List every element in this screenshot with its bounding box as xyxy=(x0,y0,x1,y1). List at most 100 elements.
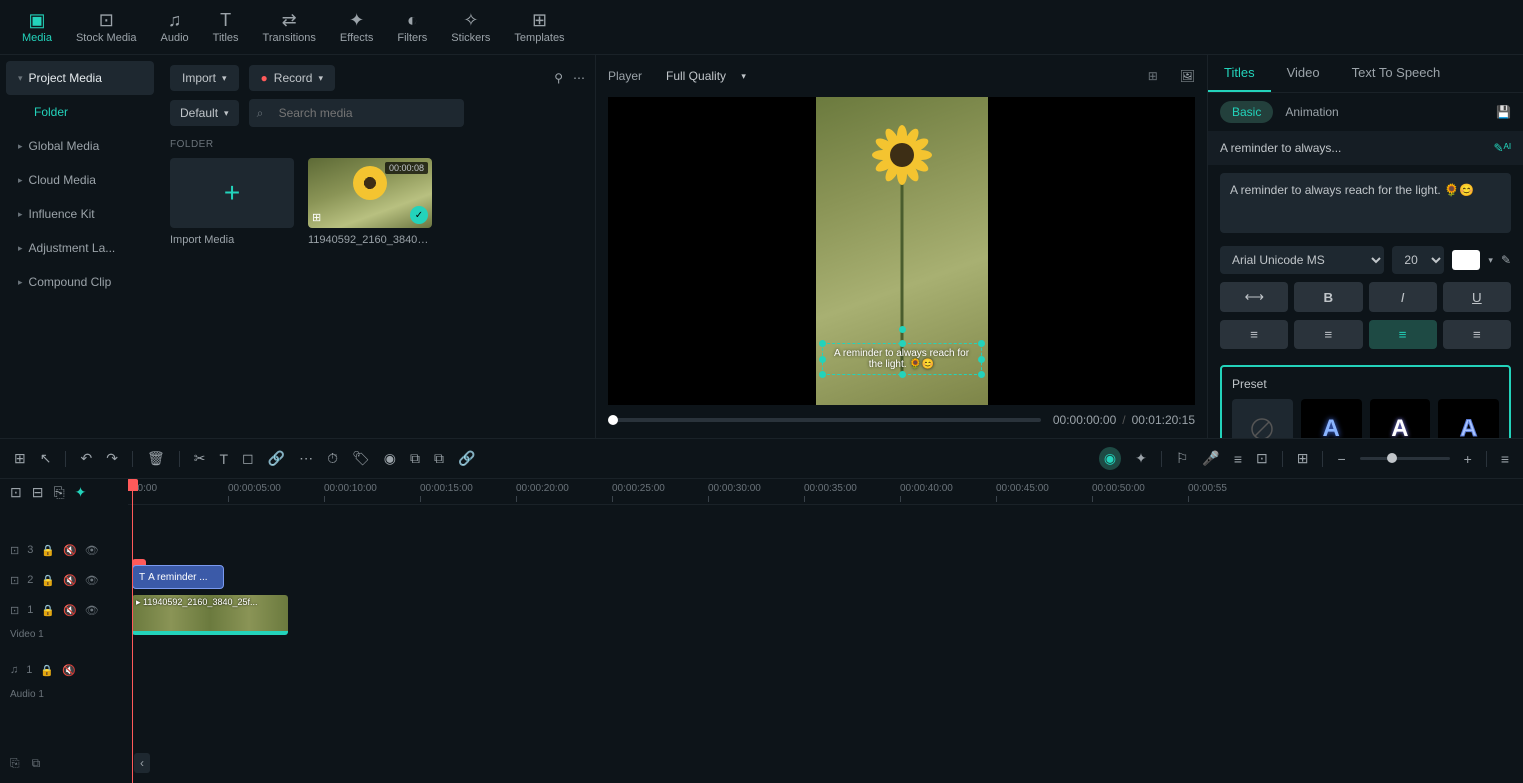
sidebar-cloud-media[interactable]: ▸Cloud Media xyxy=(6,163,154,197)
save-preset-icon[interactable]: 💾 xyxy=(1496,105,1511,119)
filter-icon[interactable]: ⚲ xyxy=(554,71,563,85)
preset-3[interactable]: A xyxy=(1438,399,1499,438)
font-color-swatch[interactable] xyxy=(1452,250,1480,270)
eyedropper-icon[interactable]: ✎ xyxy=(1501,253,1511,267)
tl-delete-icon[interactable]: 🗑 xyxy=(147,450,165,467)
tl-undo-icon[interactable]: ↶ xyxy=(80,450,92,467)
font-size-select[interactable]: 20 xyxy=(1392,246,1444,274)
tl-link-icon[interactable]: 🔗 xyxy=(268,450,285,467)
tl-mic-icon[interactable]: 🎤 xyxy=(1202,450,1219,467)
tl-ripple-icon[interactable]: ⋯ xyxy=(299,450,313,467)
title-clip[interactable]: TA reminder ... xyxy=(132,565,224,589)
new-folder-icon[interactable]: ⎘ xyxy=(10,756,20,771)
player-canvas[interactable]: A reminder to always reach for the light… xyxy=(608,97,1195,405)
import-button[interactable]: Import▾ xyxy=(170,65,239,91)
tab-templates[interactable]: ⊞Templates xyxy=(502,6,576,48)
text-overlay[interactable]: A reminder to always reach for the light… xyxy=(822,343,982,375)
prop-tab-titles[interactable]: Titles xyxy=(1208,55,1271,92)
font-family-select[interactable]: Arial Unicode MS xyxy=(1220,246,1384,274)
track-label-video1: Video 1 xyxy=(0,625,128,643)
quality-dropdown[interactable]: Full Quality ▾ xyxy=(654,63,758,89)
new-bin-icon[interactable]: ⧉ xyxy=(32,756,41,771)
tl-track-opt4-icon[interactable]: ✦ xyxy=(75,484,87,501)
record-button[interactable]: ●Record▾ xyxy=(249,65,335,91)
prop-tab-tts[interactable]: Text To Speech xyxy=(1336,55,1457,92)
tl-track-opt1-icon[interactable]: ⊡ xyxy=(10,484,22,501)
align-center2-button[interactable]: ≡ xyxy=(1369,320,1437,349)
sidebar-global-media[interactable]: ▸Global Media xyxy=(6,129,154,163)
sidebar-folder[interactable]: Folder xyxy=(6,95,154,129)
subtab-animation[interactable]: Animation xyxy=(1285,105,1338,119)
player-scrubber[interactable] xyxy=(608,418,1041,422)
tl-audio-icon[interactable]: ≡ xyxy=(1234,451,1242,467)
import-media-card[interactable]: + Import Media xyxy=(170,158,294,246)
tl-redo-icon[interactable]: ↷ xyxy=(106,450,118,467)
tl-color-icon[interactable]: ◉ xyxy=(384,450,396,467)
sidebar-adjustment-layer[interactable]: ▸Adjustment La... xyxy=(6,231,154,265)
track-head-3[interactable]: ⊡3🔒🔇👁 xyxy=(0,535,128,565)
tl-record2-icon[interactable]: ⊡ xyxy=(1256,450,1268,467)
sidebar-project-media[interactable]: ▾Project Media xyxy=(6,61,154,95)
preset-section: Preset A A A A A A A A A A A xyxy=(1220,365,1511,438)
align-center-button[interactable]: ≡ xyxy=(1294,320,1362,349)
sidebar-compound-clip[interactable]: ▸Compound Clip xyxy=(6,265,154,299)
tl-track-opt3-icon[interactable]: ⎘ xyxy=(53,484,64,501)
tl-group-icon[interactable]: ⧉ xyxy=(410,450,420,467)
track-head-audio1[interactable]: ♫1🔒🔇 xyxy=(0,655,128,685)
playhead[interactable] xyxy=(132,479,133,783)
search-icon: ⌕ xyxy=(257,106,264,121)
tl-track-opt2-icon[interactable]: ⊟ xyxy=(32,484,44,501)
tl-cursor-icon[interactable]: ↖ xyxy=(40,450,52,467)
search-input[interactable] xyxy=(249,99,464,127)
preset-2[interactable]: A xyxy=(1370,399,1431,438)
spacing-button[interactable]: ⟷ xyxy=(1220,282,1288,312)
media-clip-card[interactable]: 00:00:08 ⊞ ✓ 11940592_2160_3840_2... xyxy=(308,158,432,246)
tl-group2-icon[interactable]: ⧉ xyxy=(434,450,444,467)
prop-tab-video[interactable]: Video xyxy=(1271,55,1336,92)
tab-stickers[interactable]: ✧Stickers xyxy=(439,6,502,48)
tl-tag-icon[interactable]: 🏷 xyxy=(352,450,370,467)
tl-crop-icon[interactable]: ◻ xyxy=(242,450,254,467)
tl-speed-icon[interactable]: ⏱ xyxy=(327,450,338,467)
more-icon[interactable]: ⋯ xyxy=(573,71,585,85)
underline-button[interactable]: U xyxy=(1443,282,1511,312)
tl-layout-icon[interactable]: ⊞ xyxy=(14,450,26,467)
timeline-ruler[interactable]: 00:0000:00:05:0000:00:10:0000:00:15:0000… xyxy=(128,479,1523,505)
ai-edit-icon[interactable]: ✎ᴬᴵ xyxy=(1494,141,1512,155)
tl-view-icon[interactable]: ≡ xyxy=(1501,451,1509,467)
zoom-in-icon[interactable]: + xyxy=(1464,451,1472,467)
track-head-video1[interactable]: ⊡1🔒🔇👁 xyxy=(0,595,128,625)
tl-magnet-icon[interactable]: 🔗 xyxy=(458,450,475,467)
snapshot-icon[interactable]: 🖼 xyxy=(1180,69,1195,83)
tl-cut-icon[interactable]: ✂ xyxy=(194,450,206,467)
tl-mix-icon[interactable]: ⊞ xyxy=(1297,450,1309,467)
tl-gear-icon[interactable]: ✦ xyxy=(1135,450,1147,467)
align-left-button[interactable]: ≡ xyxy=(1220,320,1288,349)
tab-effects[interactable]: ✦Effects xyxy=(328,6,385,48)
tab-transitions[interactable]: ⇄Transitions xyxy=(251,6,328,48)
preset-none[interactable] xyxy=(1232,399,1293,438)
sidebar-influence-kit[interactable]: ▸Influence Kit xyxy=(6,197,154,231)
zoom-out-icon[interactable]: − xyxy=(1337,451,1345,467)
zoom-slider[interactable] xyxy=(1360,457,1450,460)
tl-text-icon[interactable]: T xyxy=(219,451,228,467)
tab-titles[interactable]: TTitles xyxy=(201,6,251,48)
align-right-button[interactable]: ≡ xyxy=(1443,320,1511,349)
video-clip[interactable]: ▸ 11940592_2160_3840_25f... xyxy=(132,595,288,635)
tl-marker2-icon[interactable]: ⚐ xyxy=(1176,450,1189,467)
timeline-tracks[interactable]: 00:0000:00:05:0000:00:10:0000:00:15:0000… xyxy=(128,479,1523,783)
track-label-audio1: Audio 1 xyxy=(0,685,128,703)
tab-stock-media[interactable]: ⊡Stock Media xyxy=(64,6,149,48)
italic-button[interactable]: I xyxy=(1369,282,1437,312)
tl-ai-icon[interactable]: ◉ xyxy=(1099,447,1121,470)
track-head-2[interactable]: ⊡2🔒🔇👁 xyxy=(0,565,128,595)
tab-filters[interactable]: ◐Filters xyxy=(385,6,439,48)
title-text-input[interactable]: A reminder to always reach for the light… xyxy=(1220,173,1511,233)
tab-audio[interactable]: ♫Audio xyxy=(149,6,201,48)
tab-media[interactable]: ▣Media xyxy=(10,6,64,48)
subtab-basic[interactable]: Basic xyxy=(1220,101,1273,123)
bold-button[interactable]: B xyxy=(1294,282,1362,312)
preset-1[interactable]: A xyxy=(1301,399,1362,438)
sort-dropdown[interactable]: Default ▾ xyxy=(170,100,239,126)
layout-grid-icon[interactable]: ⊞ xyxy=(1148,69,1158,83)
